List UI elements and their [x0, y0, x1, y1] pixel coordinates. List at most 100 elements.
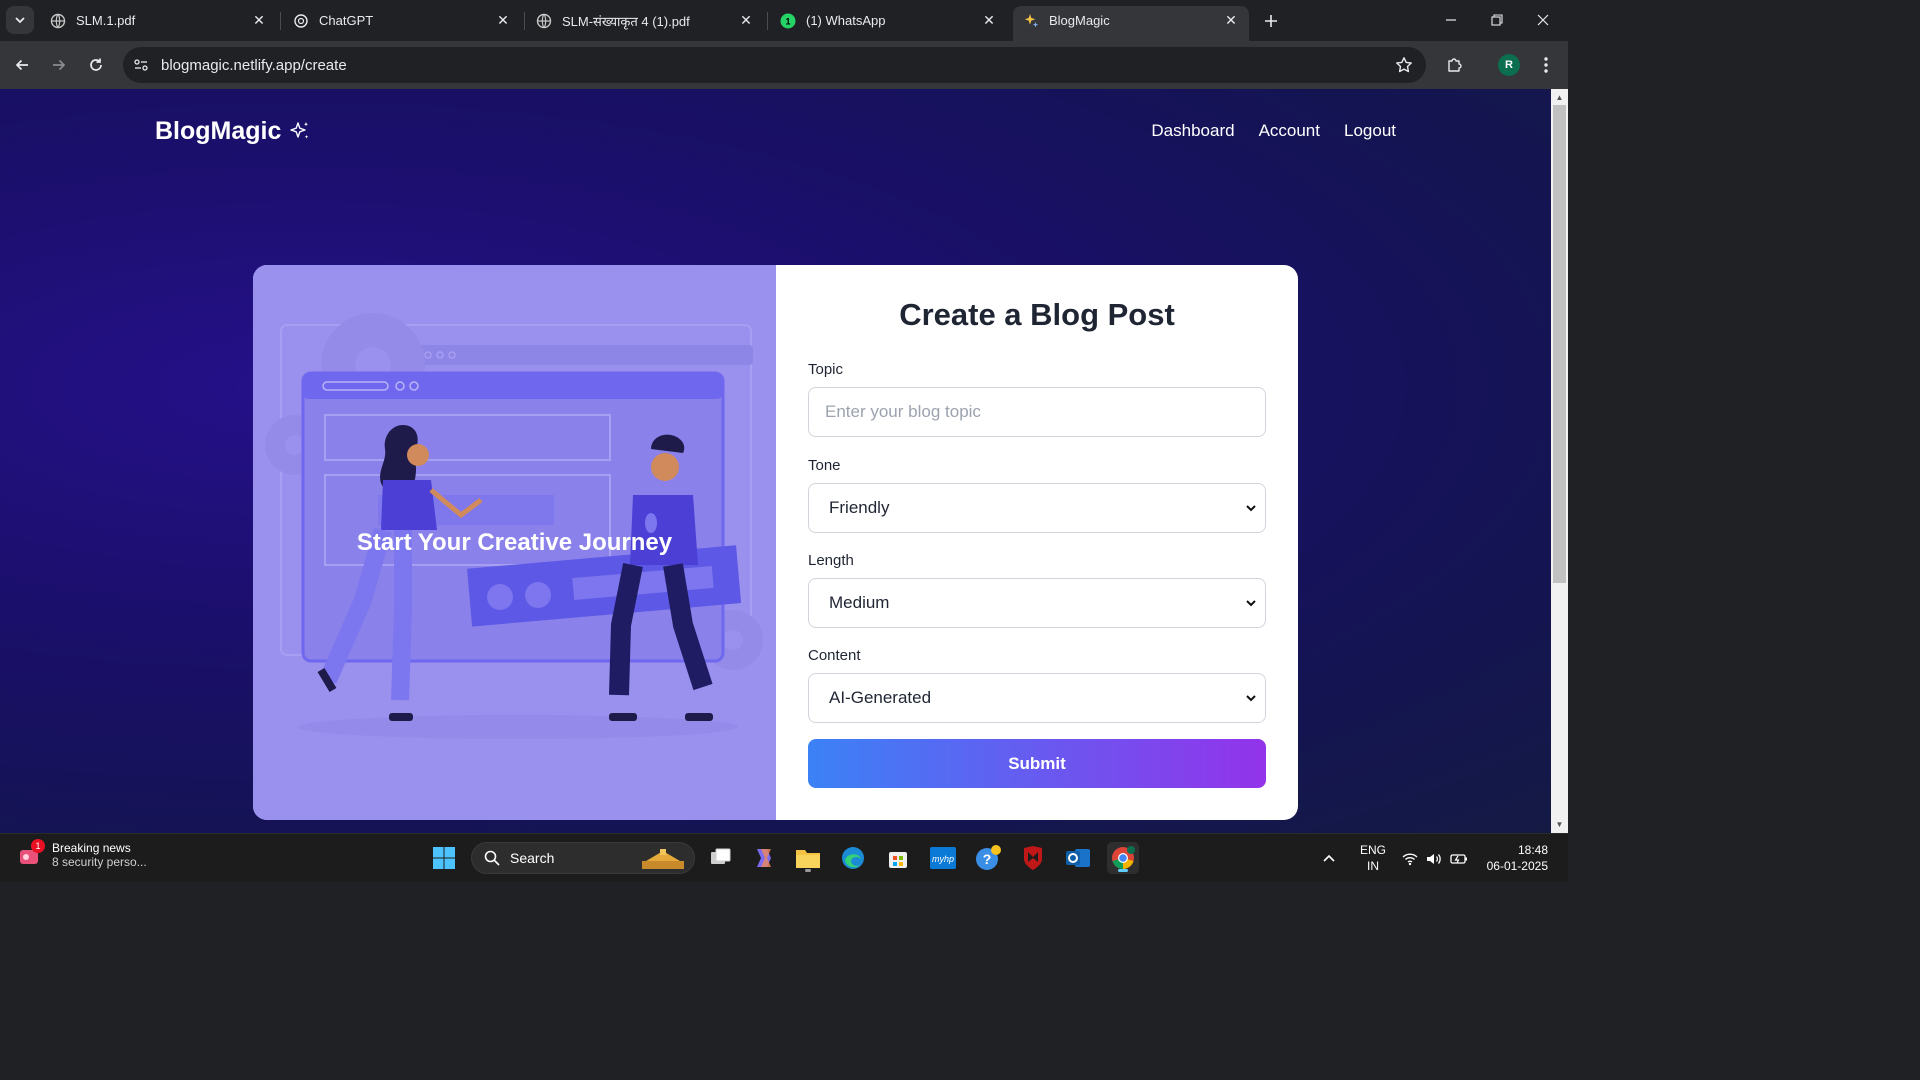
- running-indicator: [805, 869, 811, 872]
- scrollbar-thumb[interactable]: [1553, 105, 1566, 583]
- copilot-icon: [757, 849, 771, 867]
- browser-toolbar: blogmagic.netlify.app/create R: [0, 41, 1568, 89]
- plus-icon: [1265, 15, 1277, 27]
- minimize-button[interactable]: [1428, 0, 1474, 40]
- get-help-button[interactable]: ?: [972, 842, 1004, 874]
- site-info-icon[interactable]: [127, 51, 155, 79]
- reload-button[interactable]: [82, 51, 110, 79]
- tone-selected-value: Friendly: [829, 498, 890, 517]
- show-hidden-icons-button[interactable]: [1322, 834, 1336, 883]
- chrome-button[interactable]: [1107, 842, 1139, 874]
- content-select[interactable]: AI-Generated: [808, 673, 1266, 723]
- close-window-button[interactable]: [1520, 0, 1566, 40]
- close-icon: [1537, 14, 1549, 26]
- mcafee-shield-icon: [1024, 846, 1042, 870]
- close-icon[interactable]: ✕: [738, 12, 754, 29]
- more-vertical-icon: [1544, 57, 1548, 73]
- news-subtitle: 8 security perso...: [52, 855, 147, 869]
- close-icon[interactable]: ✕: [251, 12, 267, 29]
- taskbar-search[interactable]: Search: [471, 842, 695, 874]
- submit-button[interactable]: Submit: [808, 739, 1266, 788]
- tab-whatsapp[interactable]: 1 (1) WhatsApp ✕: [770, 6, 1007, 35]
- content-label: Content: [808, 647, 861, 664]
- forward-button[interactable]: [45, 51, 73, 79]
- tab-chatgpt[interactable]: ChatGPT ✕: [283, 6, 521, 35]
- restore-icon: [1491, 14, 1503, 26]
- chevron-up-icon: [1323, 854, 1335, 862]
- sparkle-icon: [290, 121, 309, 139]
- page-viewport: BlogMagic Dashboard Account Logout Start…: [0, 89, 1551, 833]
- tone-select[interactable]: Friendly: [808, 483, 1266, 533]
- reload-icon: [90, 58, 102, 71]
- system-tray-icons[interactable]: [1402, 834, 1468, 883]
- folder-icon: [796, 850, 820, 868]
- arrow-left-icon: [15, 59, 28, 71]
- copilot-button[interactable]: [748, 842, 780, 874]
- system-clock[interactable]: 18:48 06-01-2025: [1487, 842, 1548, 874]
- page-scrollbar[interactable]: ▲ ▼: [1551, 89, 1568, 833]
- site-logo[interactable]: BlogMagic: [155, 117, 311, 146]
- chevron-down-icon: [15, 17, 25, 24]
- tab-search-button[interactable]: [6, 6, 34, 34]
- tab-title: SLM.1.pdf: [76, 13, 136, 28]
- restore-button[interactable]: [1474, 0, 1520, 40]
- hero-panel: Start Your Creative Journey: [253, 265, 776, 820]
- brand-name: BlogMagic: [155, 117, 282, 145]
- avatar: R: [1498, 54, 1520, 76]
- myhp-button[interactable]: myhp: [927, 842, 959, 874]
- mcafee-button[interactable]: [1017, 842, 1049, 874]
- tab-blogmagic[interactable]: BlogMagic ✕: [1013, 6, 1249, 41]
- close-icon[interactable]: ✕: [495, 12, 511, 29]
- close-icon[interactable]: ✕: [1223, 12, 1239, 29]
- news-badge: 1: [31, 839, 45, 853]
- edge-icon: [842, 847, 864, 869]
- arrow-right-icon: [53, 59, 66, 71]
- task-view-icon: [711, 848, 731, 864]
- topic-input[interactable]: Enter your blog topic: [808, 387, 1266, 437]
- sparkle-icon: [1023, 13, 1039, 29]
- length-select[interactable]: Medium: [808, 578, 1266, 628]
- browser-menu-button[interactable]: [1532, 51, 1560, 79]
- battery-icon: [1450, 853, 1467, 864]
- clock-time: 18:48: [1517, 843, 1548, 857]
- profile-button[interactable]: R: [1495, 51, 1523, 79]
- create-post-card: Start Your Creative Journey Create a Blo…: [253, 265, 1298, 820]
- tab-slm-sankhyakrut[interactable]: SLM-संख्याकृत 4 (1).pdf ✕: [526, 6, 764, 35]
- svg-text:?: ?: [983, 851, 992, 867]
- news-widget[interactable]: 1 Breaking news 8 security perso...: [18, 839, 147, 869]
- language-code: ENG: [1360, 843, 1387, 857]
- scroll-up-icon[interactable]: ▲: [1554, 92, 1565, 103]
- input-language[interactable]: ENG IN: [1360, 842, 1386, 874]
- tab-title: ChatGPT: [319, 13, 374, 28]
- minimize-icon: [1446, 19, 1456, 21]
- task-view-button[interactable]: [704, 842, 736, 874]
- chevron-down-icon: [1246, 600, 1256, 607]
- length-label: Length: [808, 552, 854, 569]
- close-icon[interactable]: ✕: [981, 12, 997, 29]
- edge-button[interactable]: [837, 842, 869, 874]
- nav-logout[interactable]: Logout: [1344, 121, 1396, 141]
- file-explorer-button[interactable]: [792, 842, 824, 874]
- tab-title: BlogMagic: [1049, 13, 1110, 28]
- tab-title: SLM-संख्याकृत 4 (1).pdf: [562, 13, 690, 29]
- microsoft-store-button[interactable]: [882, 842, 914, 874]
- extensions-button[interactable]: [1441, 51, 1469, 79]
- topic-label: Topic: [808, 361, 844, 378]
- address-bar[interactable]: blogmagic.netlify.app/create: [123, 47, 1426, 83]
- bookmark-star-icon[interactable]: [1394, 55, 1414, 75]
- chrome-icon: [1112, 846, 1135, 869]
- windows-icon: [433, 847, 455, 869]
- form-panel: Create a Blog Post Topic Enter your blog…: [776, 265, 1298, 820]
- whatsapp-icon: 1: [780, 13, 796, 29]
- scroll-down-icon[interactable]: ▼: [1554, 819, 1565, 830]
- back-button[interactable]: [8, 51, 36, 79]
- url-text[interactable]: blogmagic.netlify.app/create: [161, 57, 347, 74]
- nav-account[interactable]: Account: [1259, 121, 1320, 141]
- new-tab-button[interactable]: [1258, 8, 1284, 34]
- tab-slm1[interactable]: SLM.1.pdf ✕: [40, 6, 277, 35]
- tone-label: Tone: [808, 457, 841, 474]
- topic-placeholder: Enter your blog topic: [825, 402, 981, 421]
- start-button[interactable]: [428, 842, 460, 874]
- nav-dashboard[interactable]: Dashboard: [1151, 121, 1234, 141]
- outlook-button[interactable]: [1062, 842, 1094, 874]
